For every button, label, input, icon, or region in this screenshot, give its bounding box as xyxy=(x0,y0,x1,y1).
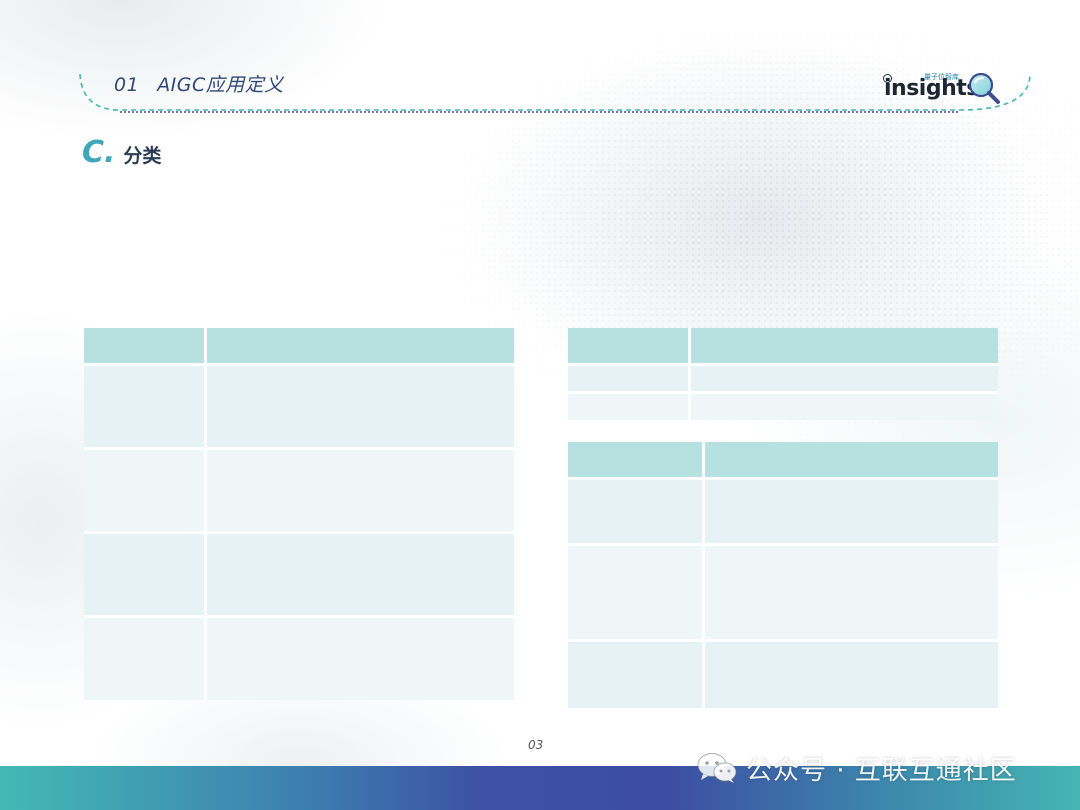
table-row xyxy=(84,618,514,700)
table-cell xyxy=(207,534,514,618)
classification-table-right-bottom xyxy=(568,442,998,708)
insights-logo: 量子位智库 insights xyxy=(880,68,1010,108)
table-header-cell xyxy=(568,328,691,366)
table-header-cell xyxy=(691,328,998,366)
table-row xyxy=(84,534,514,618)
table-row xyxy=(568,546,998,642)
table-cell xyxy=(705,642,998,708)
table-cell xyxy=(705,480,998,546)
table-header-row xyxy=(568,442,998,480)
classification-table-left xyxy=(84,328,514,700)
table-header-cell xyxy=(568,442,705,480)
table-cell xyxy=(568,642,705,708)
section-number: 01 xyxy=(114,74,140,96)
table-cell xyxy=(207,618,514,700)
table-header-row xyxy=(84,328,514,366)
magnifier-icon xyxy=(968,72,1000,104)
subsection-title: 分类 xyxy=(123,145,162,167)
table-header-cell xyxy=(84,328,207,366)
table-row xyxy=(84,366,514,450)
watermark-text: 公众号 · 互联互通社区 xyxy=(746,755,1017,786)
wechat-icon xyxy=(697,753,737,783)
table-row xyxy=(84,450,514,534)
table-cell xyxy=(84,534,207,618)
section-label: 01 AIGC应用定义 xyxy=(114,70,284,97)
table-cell xyxy=(84,366,207,450)
table-header-row xyxy=(568,328,998,366)
subsection-letter: C. xyxy=(82,135,116,170)
table-row xyxy=(568,642,998,708)
table-row xyxy=(568,394,998,420)
subsection-heading: C. 分类 xyxy=(82,138,161,168)
wechat-watermark: 公众号 · 互联互通社区 xyxy=(696,748,1017,788)
logo-wordmark: insights xyxy=(884,76,979,101)
table-cell xyxy=(84,450,207,534)
table-cell xyxy=(568,546,705,642)
table-cell xyxy=(568,366,691,394)
table-row xyxy=(568,366,998,394)
table-header-cell xyxy=(705,442,998,480)
table-cell xyxy=(84,618,207,700)
table-cell xyxy=(705,546,998,642)
table-cell xyxy=(207,450,514,534)
section-title: AIGC应用定义 xyxy=(157,74,284,96)
table-cell xyxy=(568,394,691,420)
table-cell xyxy=(691,366,998,394)
table-header-cell xyxy=(207,328,514,366)
table-row xyxy=(568,480,998,546)
table-cell xyxy=(207,366,514,450)
table-cell xyxy=(568,480,705,546)
table-cell xyxy=(691,394,998,420)
classification-table-right-top xyxy=(568,328,998,420)
page-number: 03 xyxy=(528,738,544,752)
